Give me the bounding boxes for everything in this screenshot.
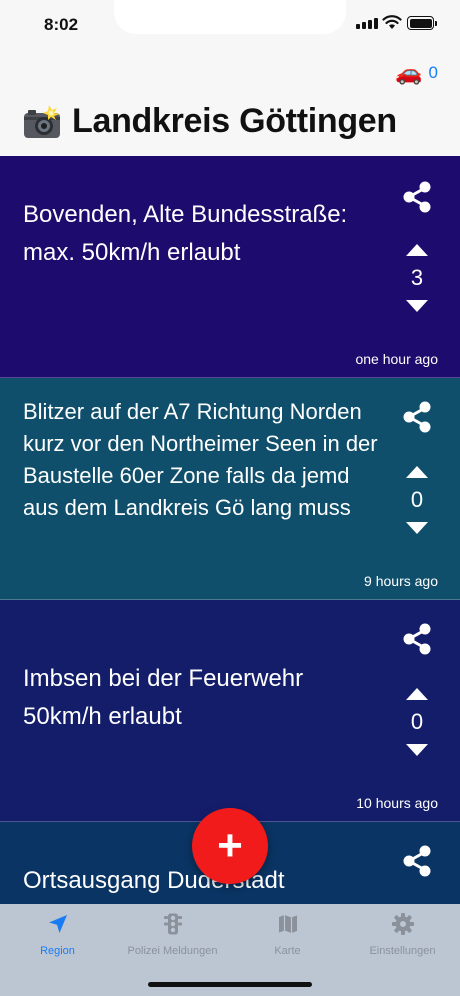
add-report-button[interactable]: +: [192, 808, 268, 884]
vote-control: 0: [400, 466, 434, 534]
camera-flash-icon: [24, 104, 60, 138]
vote-count: 0: [410, 487, 424, 512]
upvote-button[interactable]: [406, 466, 428, 478]
upvote-button[interactable]: [406, 688, 428, 700]
tab-label: Karte: [274, 945, 301, 957]
home-indicator: [148, 982, 312, 987]
battery-icon: [407, 16, 437, 30]
tab-polizei-meldungen[interactable]: Polizei Meldungen: [115, 912, 230, 957]
post-age: one hour ago: [355, 351, 438, 367]
wifi-icon: [382, 15, 402, 29]
plus-icon: +: [217, 821, 243, 870]
post-age: 10 hours ago: [356, 795, 438, 811]
car-icon: 🚗: [395, 60, 423, 85]
tab-label: Region: [40, 945, 75, 957]
traffic-light-icon: [163, 913, 182, 935]
vote-count: 3: [410, 265, 424, 290]
downvote-button[interactable]: [406, 744, 428, 756]
page-title-text: Landkreis Göttingen: [72, 102, 397, 140]
post-card[interactable]: Blitzer auf der A7 Richtung Norden kurz …: [0, 378, 460, 600]
downvote-button[interactable]: [406, 522, 428, 534]
page-title: Landkreis Göttingen: [22, 102, 397, 141]
post-card[interactable]: Bovenden, Alte Bundesstraße: max. 50km/h…: [0, 156, 460, 378]
share-icon[interactable]: [400, 844, 434, 878]
status-time: 8:02: [44, 15, 79, 34]
car-count: 0: [428, 63, 438, 82]
gear-icon: [391, 913, 414, 935]
car-counter[interactable]: 🚗 0: [395, 62, 438, 84]
upvote-button[interactable]: [406, 244, 428, 256]
share-icon[interactable]: [400, 400, 434, 434]
tab-label: Einstellungen: [369, 945, 436, 957]
vote-control: 0: [400, 688, 434, 756]
signal-icon: [356, 18, 378, 29]
post-card[interactable]: Imbsen bei der Feuerwehr 50km/h erlaubt …: [0, 600, 460, 822]
location-arrow-icon: [48, 915, 67, 933]
post-text: Imbsen bei der Feuerwehr 50km/h erlaubt: [23, 665, 304, 730]
post-feed[interactable]: Bovenden, Alte Bundesstraße: max. 50km/h…: [0, 156, 460, 904]
share-icon[interactable]: [400, 180, 434, 214]
vote-control: 3: [400, 244, 434, 312]
downvote-button[interactable]: [406, 300, 428, 312]
post-text: Blitzer auf der A7 Richtung Norden kurz …: [23, 399, 378, 520]
share-icon[interactable]: [400, 622, 434, 656]
tab-label: Polizei Meldungen: [127, 945, 218, 957]
post-text: Bovenden, Alte Bundesstraße: max. 50km/h…: [23, 201, 348, 266]
nav-header: 🚗 0 Landkreis Göttingen: [0, 50, 460, 156]
status-bar: 8:02: [0, 0, 460, 50]
device-notch: [114, 0, 346, 34]
vote-count: 0: [410, 709, 424, 734]
tab-einstellungen[interactable]: Einstellungen: [345, 912, 460, 957]
map-icon: [278, 915, 297, 933]
tab-karte[interactable]: Karte: [230, 912, 345, 957]
post-age: 9 hours ago: [364, 573, 438, 589]
tab-region[interactable]: Region: [0, 912, 115, 957]
